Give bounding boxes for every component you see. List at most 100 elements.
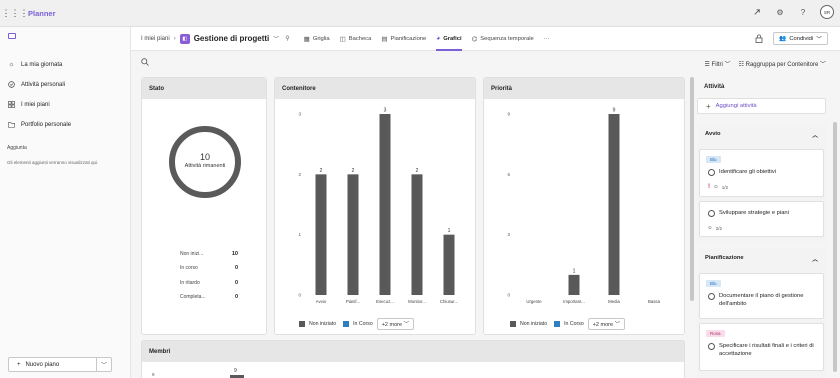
grid-icon [8,101,15,108]
members-chart-card: Membri 9 9 [141,340,685,378]
chevron-up-icon[interactable]: ︿ [812,130,818,139]
help-icon[interactable]: ? [797,6,809,18]
chart-icon: ◕ [436,35,441,42]
task-title: Specificare i risultati finali e i crite… [719,343,814,357]
tab-label: Griglia [312,35,330,42]
complete-checkbox[interactable] [708,210,715,217]
sidebar: ☼ La mia giornata Attività personali I m… [0,27,131,378]
x-tick: Important... [563,299,585,304]
checkbox-icon [8,81,15,88]
scrollbar[interactable] [690,77,694,301]
complete-checkbox[interactable] [708,343,715,350]
legend-swatch [554,321,561,327]
filter-button[interactable]: ☰ Filtri ﹀ [705,59,731,68]
bucket-name: Pianificazione [705,255,744,261]
avatar[interactable]: SR [820,5,834,19]
card-title: Membri [142,341,684,362]
checklist-count: 2/2 [715,225,723,231]
y-tick: 6 [507,172,510,177]
toolbar: ☰ Filtri ﹀ ☷ Raggruppa per Contenitore ﹀ [131,51,840,75]
bucket-header[interactable]: Avvio ︿ [697,124,826,144]
status-row-value: 10 [231,251,238,257]
tab-label: Sequenza temporale [480,35,534,42]
app-title[interactable]: Planner [28,9,56,18]
app-launcher-icon[interactable]: ⋮⋮⋮ [2,8,29,19]
chevron-down-icon[interactable]: ﹀ [273,34,279,43]
tab-timeline[interactable]: ⌬ Sequenza temporale [472,27,534,51]
tab-board[interactable]: ◫ Bacheca [340,27,372,51]
tab-charts[interactable]: ◕ Grafici [436,27,462,51]
label-tag: Blu [706,156,721,163]
sidebar-item-personal-tasks[interactable]: Attività personali [8,81,65,88]
page-title[interactable]: Gestione di progetti [194,34,270,43]
x-tick: Chiusur... [440,299,458,304]
new-plan-button[interactable]: + Nuovo piano ﹀ [8,357,112,372]
panel-title: Attività [704,84,725,90]
add-task-button[interactable]: + Aggiungi attività [697,98,826,114]
bucket-chart-card: Contenitore 0 1 2 3 2 Avvio 2 Pianif... 3 Esecuz.… [274,77,476,335]
data-label: 3 [384,108,387,114]
folder-icon [8,121,15,128]
bar [347,174,359,295]
card-title: Stato [142,78,266,99]
scrollbar[interactable] [833,122,837,372]
task-title-row: Sviluppare strategie e piani [708,209,789,217]
tab-schedule[interactable]: ▤ Pianificazione [381,27,426,51]
bar [608,114,620,295]
task-card[interactable]: Sviluppare strategie e piani ⊙ 2/2 [699,201,824,237]
task-meta: ⊙ 2/2 [708,225,722,231]
tab-label: Bacheca [348,35,372,42]
tab-label: Pianificazione [390,35,427,42]
checklist-icon: ⊙ [714,184,718,189]
card-title: Contenitore [275,78,475,99]
chart-legend: Non iniziato In Corso +2 more ﹀ [299,318,415,330]
complete-checkbox[interactable] [708,169,715,176]
status-row-value: 0 [234,294,238,300]
collapse-sidebar-icon[interactable] [8,33,16,39]
y-tick: 9 [507,112,510,117]
add-task-label: Aggiungi attività [715,103,757,109]
view-tabs: ▦ Griglia ◫ Bacheca ▤ Pianificazione ◕ G… [304,27,550,51]
group-by-button[interactable]: ☷ Raggruppa per Contenitore ﹀ [739,59,826,68]
bar [315,174,327,295]
chevron-up-icon[interactable]: ︿ [812,254,818,263]
sidebar-item-my-day[interactable]: ☼ La mia giornata [8,61,63,68]
breadcrumb[interactable]: I miei piani [141,36,170,42]
share-icon[interactable] [751,6,763,18]
pin-icon[interactable]: ⚲ [285,35,289,42]
x-tick: Bassa [648,299,661,304]
sidebar-item-portfolio[interactable]: Portfolio personale [8,121,71,128]
legend-more-button[interactable]: +2 more ﹀ [587,318,626,330]
status-card: Stato 10 Attività rimanenti Non inizi...… [141,77,267,335]
toolbar-actions: ☰ Filtri ﹀ ☷ Raggruppa per Contenitore ﹀ [705,59,827,68]
legend-label: In Corso [564,321,584,327]
task-card[interactable]: Blu Identificare gli obiettivi ! ⊙ 1/2 [699,149,824,197]
legend-swatch [343,321,350,327]
task-card[interactable]: Blu Documentare il piano di gestione del… [699,273,824,319]
new-plan-main[interactable]: + Nuovo piano [9,358,97,371]
gear-icon[interactable]: ⚙ [774,6,786,18]
search-icon[interactable] [141,58,149,68]
legend-more-button[interactable]: +2 more ﹀ [376,318,415,330]
y-tick: 0 [507,293,510,298]
more-tabs-button[interactable]: ··· [544,27,550,51]
task-card[interactable]: Rosa Specificare i risultati finali e i … [699,323,824,371]
status-row-label: In corso [180,265,198,271]
status-row-value: 0 [234,265,238,271]
tab-grid[interactable]: ▦ Griglia [304,27,330,51]
data-label: 1 [448,228,451,234]
status-row-label: In ritardo [180,280,200,286]
more-label: ··· [543,35,550,42]
bucket-header[interactable]: Pianificazione ︿ [697,248,826,268]
task-title-row: Specificare i risultati finali e i crite… [708,342,820,358]
complete-checkbox[interactable] [708,293,715,300]
share-button[interactable]: 👥 Condividi ﹀ [773,32,828,45]
people-icon: 👥 [779,35,787,42]
new-plan-label: Nuovo piano [25,361,60,368]
chevron-down-icon[interactable]: ﹀ [97,360,111,369]
x-tick: Monitor... [408,299,426,304]
lock-icon[interactable] [753,33,765,45]
sidebar-item-my-plans[interactable]: I miei piani [8,101,50,108]
status-row: In ritardo 0 [180,280,238,286]
share-label: Condividi [789,35,814,42]
